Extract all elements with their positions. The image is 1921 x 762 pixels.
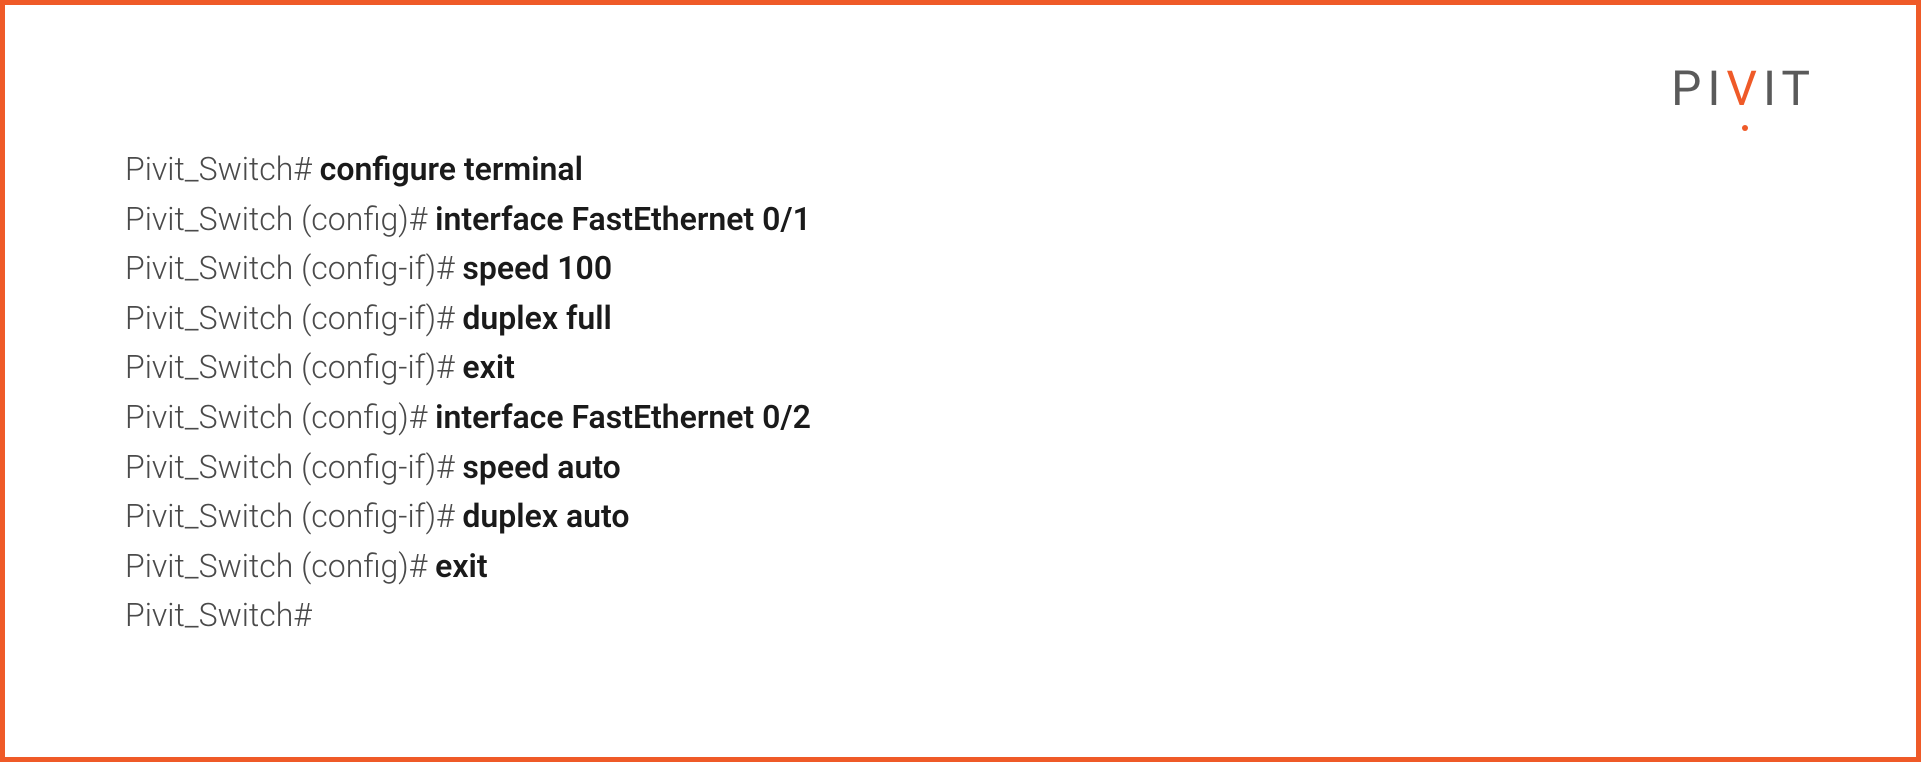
command: speed auto bbox=[462, 448, 620, 486]
terminal-line: Pivit_Switch (config-if)# speed auto bbox=[125, 443, 1796, 493]
command: exit bbox=[435, 547, 487, 585]
prompt: Pivit_Switch (config-if)# bbox=[125, 299, 462, 337]
terminal-line: Pivit_Switch (config-if)# duplex full bbox=[125, 294, 1796, 344]
command: duplex full bbox=[462, 299, 611, 337]
prompt: Pivit_Switch (config)# bbox=[125, 547, 435, 585]
terminal-line: Pivit_Switch (config-if)# exit bbox=[125, 343, 1796, 393]
logo-part-2: IT bbox=[1763, 60, 1816, 117]
pivit-logo: PI V IT bbox=[1671, 60, 1816, 117]
command: exit bbox=[462, 348, 514, 386]
document-frame: PI V IT Pivit_Switch# configure terminal… bbox=[0, 0, 1921, 762]
logo-v-wrap: V bbox=[1726, 60, 1763, 117]
prompt: Pivit_Switch (config)# bbox=[125, 200, 435, 238]
terminal-line: Pivit_Switch# bbox=[125, 591, 1796, 641]
command: configure terminal bbox=[320, 150, 583, 188]
command: interface FastEthernet 0/2 bbox=[435, 398, 811, 436]
prompt: Pivit_Switch# bbox=[125, 596, 312, 634]
terminal-line: Pivit_Switch (config)# interface FastEth… bbox=[125, 195, 1796, 245]
logo-v: V bbox=[1726, 60, 1763, 117]
terminal-line: Pivit_Switch (config-if)# duplex auto bbox=[125, 492, 1796, 542]
prompt: Pivit_Switch (config-if)# bbox=[125, 249, 462, 287]
terminal-line: Pivit_Switch (config)# exit bbox=[125, 542, 1796, 592]
terminal-line: Pivit_Switch (config)# interface FastEth… bbox=[125, 393, 1796, 443]
logo-dot-icon bbox=[1742, 125, 1748, 131]
command: speed 100 bbox=[462, 249, 612, 287]
command: interface FastEthernet 0/1 bbox=[435, 200, 811, 238]
terminal-line: Pivit_Switch (config-if)# speed 100 bbox=[125, 244, 1796, 294]
terminal-output: Pivit_Switch# configure terminal Pivit_S… bbox=[125, 145, 1796, 641]
prompt: Pivit_Switch (config-if)# bbox=[125, 448, 462, 486]
prompt: Pivit_Switch# bbox=[125, 150, 320, 188]
prompt: Pivit_Switch (config-if)# bbox=[125, 348, 462, 386]
prompt: Pivit_Switch (config-if)# bbox=[125, 497, 462, 535]
command: duplex auto bbox=[462, 497, 629, 535]
logo-part-1: PI bbox=[1671, 60, 1726, 117]
terminal-line: Pivit_Switch# configure terminal bbox=[125, 145, 1796, 195]
prompt: Pivit_Switch (config)# bbox=[125, 398, 435, 436]
